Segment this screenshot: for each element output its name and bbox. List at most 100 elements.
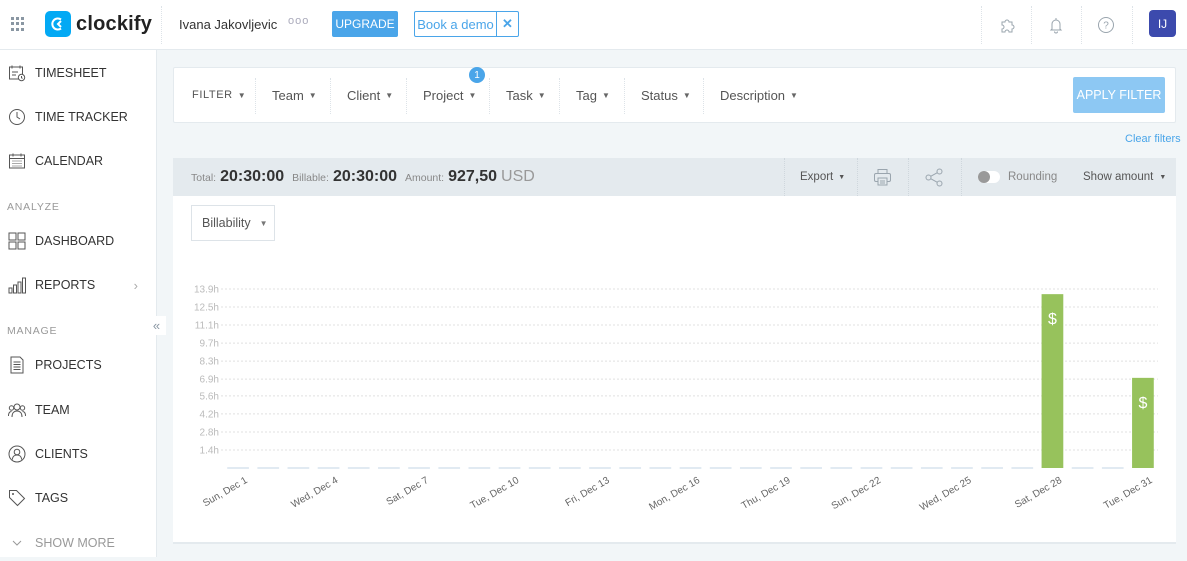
filter-label: FILTER xyxy=(192,89,233,101)
y-tick-label: 6.9h xyxy=(200,375,219,386)
document-icon xyxy=(8,356,26,374)
user-avatar[interactable]: IJ xyxy=(1149,10,1176,37)
show-amount-label: Show amount xyxy=(1083,171,1154,183)
sidebar: TIMESHEET TIME TRACKER CALENDAR ANALYZE … xyxy=(0,50,157,557)
summary-bar: Total: 20:30:00 Billable: 20:30:00 Amoun… xyxy=(173,158,1176,196)
notifications-bell-icon[interactable] xyxy=(1044,13,1068,37)
divider xyxy=(624,78,625,114)
top-bar: clockify Ivana Jakovljevic ooo UPGRADE B… xyxy=(0,0,1187,50)
divider xyxy=(857,158,858,196)
rounding-toggle[interactable]: Rounding xyxy=(978,158,1057,196)
x-tick-label: Wed, Dec 4 xyxy=(289,475,340,511)
billable-value: 20:30:00 xyxy=(332,168,397,185)
caret-down-icon: ▼ xyxy=(682,90,691,100)
chart-card: Billability ▼ 1.4h 2.8h 4.2h 5.6h 6.9h 8.3h 9.… xyxy=(173,196,1176,544)
sidebar-item-dashboard[interactable]: DASHBOARD xyxy=(0,223,156,259)
filter-label: Tag xyxy=(576,87,597,103)
status-filter[interactable]: Status ▼ xyxy=(641,68,691,122)
divider xyxy=(161,6,162,44)
clear-filters-link[interactable]: Clear filters xyxy=(1125,133,1181,145)
timesheet-icon xyxy=(8,64,26,82)
export-label: Export xyxy=(800,171,834,183)
caret-down-icon: ▼ xyxy=(537,90,546,100)
toggle-switch[interactable] xyxy=(978,171,1000,183)
divider xyxy=(330,78,331,114)
caret-down-icon: ▼ xyxy=(601,90,610,100)
sidebar-label: TAGS xyxy=(35,491,69,505)
bar-billable-label: $ xyxy=(1048,311,1057,328)
section-manage: MANAGE xyxy=(7,325,58,337)
team-filter[interactable]: Team ▼ xyxy=(272,68,317,122)
divider xyxy=(559,78,560,114)
show-amount-dropdown[interactable]: Show amount ▼ xyxy=(1083,158,1166,196)
y-tick-label: 11.1h xyxy=(195,321,219,332)
divider xyxy=(489,78,490,114)
show-more-button[interactable]: SHOW MORE xyxy=(0,525,156,561)
sidebar-label: TEAM xyxy=(35,403,70,417)
bar-billable-label: $ xyxy=(1138,395,1147,412)
y-tick-label: 13.9h xyxy=(194,285,219,296)
sidebar-item-time-tracker[interactable]: TIME TRACKER xyxy=(0,99,156,135)
reports-icon xyxy=(8,276,26,294)
workspace-user-name[interactable]: Ivana Jakovljevic xyxy=(179,17,277,32)
x-tick-label: Tue, Dec 31 xyxy=(1102,475,1155,512)
apply-filter-button[interactable]: APPLY FILTER xyxy=(1073,77,1165,113)
sidebar-item-tags[interactable]: TAGS xyxy=(0,480,156,516)
more-options-icon[interactable]: ooo xyxy=(288,15,309,27)
y-tick-label: 1.4h xyxy=(200,445,219,456)
task-filter[interactable]: Task ▼ xyxy=(506,68,546,122)
sidebar-item-clients[interactable]: CLIENTS xyxy=(0,436,156,472)
currency-label: USD xyxy=(501,168,535,185)
project-filter-count-badge: 1 xyxy=(469,67,485,83)
billability-bar-chart: 1.4h 2.8h 4.2h 5.6h 6.9h 8.3h 9.7h 11.1h 12.5h 13… xyxy=(194,285,1158,514)
bar xyxy=(1132,377,1154,468)
y-tick-label: 4.2h xyxy=(200,409,219,420)
filter-dropdown[interactable]: FILTER ▼ xyxy=(192,68,246,122)
chevron-right-icon: › xyxy=(133,277,138,293)
sidebar-label: REPORTS xyxy=(35,278,96,292)
x-tick-label: Sun, Dec 22 xyxy=(830,475,884,512)
help-question-icon[interactable]: ? xyxy=(1094,13,1118,37)
caret-down-icon: ▼ xyxy=(385,90,394,100)
apps-grid-icon[interactable] xyxy=(11,17,25,31)
sidebar-label: DASHBOARD xyxy=(35,234,115,248)
client-filter[interactable]: Client ▼ xyxy=(347,68,393,122)
tag-filter[interactable]: Tag ▼ xyxy=(576,68,610,122)
filter-label: Project xyxy=(423,87,464,103)
divider xyxy=(981,6,982,44)
sidebar-item-reports[interactable]: REPORTS › xyxy=(0,267,156,303)
description-filter[interactable]: Description ▼ xyxy=(720,68,798,122)
caret-down-icon: ▼ xyxy=(838,173,846,181)
close-demo-button[interactable]: ✕ xyxy=(497,12,518,36)
divider xyxy=(1031,6,1032,44)
x-tick-label: Tue, Dec 10 xyxy=(469,475,522,512)
share-button[interactable] xyxy=(925,158,944,196)
sidebar-item-calendar[interactable]: CALENDAR xyxy=(0,143,156,179)
y-tick-label: 8.3h xyxy=(200,357,219,368)
upgrade-button[interactable]: UPGRADE xyxy=(332,11,398,37)
amount-label: Amount: xyxy=(404,172,445,184)
x-tick-label: Thu, Dec 19 xyxy=(740,475,793,512)
y-tick-label: 12.5h xyxy=(194,303,219,314)
chevron-down-icon xyxy=(8,534,26,552)
export-dropdown[interactable]: Export ▼ xyxy=(800,158,845,196)
total-value: 20:30:00 xyxy=(220,168,285,185)
sidebar-item-timesheet[interactable]: TIMESHEET xyxy=(0,55,156,91)
sidebar-item-team[interactable]: TEAM xyxy=(0,392,156,428)
clockify-logo-icon xyxy=(45,11,71,37)
x-tick-label: Sat, Dec 7 xyxy=(385,475,431,508)
print-button[interactable] xyxy=(873,158,892,196)
collapse-sidebar-icon[interactable]: « xyxy=(147,316,166,335)
y-tick-label: 9.7h xyxy=(200,339,219,350)
x-tick-label: Wed, Dec 25 xyxy=(918,475,974,514)
integrations-puzzle-icon[interactable] xyxy=(995,13,1019,37)
book-demo-group: Book a demo ✕ xyxy=(414,11,519,37)
sidebar-item-projects[interactable]: PROJECTS xyxy=(0,347,156,383)
sidebar-label: TIMESHEET xyxy=(35,66,107,80)
filter-label: Client xyxy=(347,87,381,103)
y-tick-label: 2.8h xyxy=(200,427,219,438)
sidebar-label: CLIENTS xyxy=(35,447,88,461)
logo[interactable]: clockify xyxy=(45,11,152,37)
team-icon xyxy=(8,401,26,419)
book-demo-button[interactable]: Book a demo xyxy=(415,12,497,36)
